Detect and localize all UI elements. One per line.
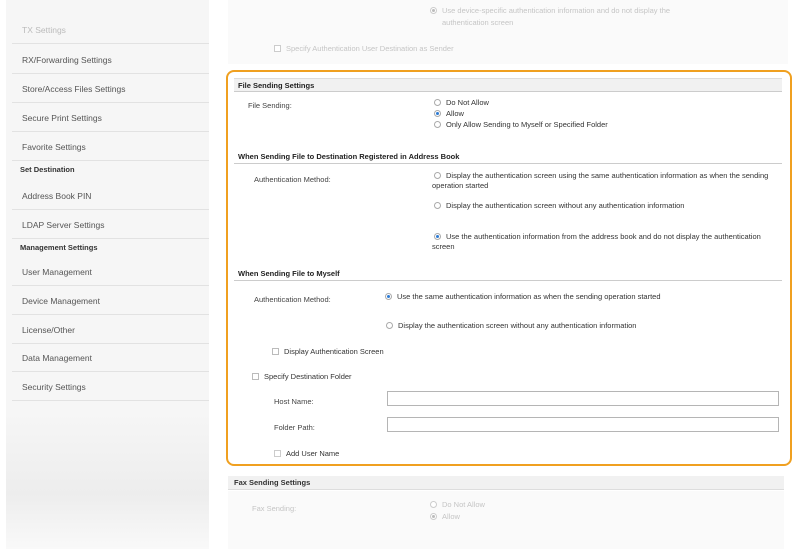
sidebar-item-ldap-server[interactable]: LDAP Server Settings xyxy=(12,211,209,239)
specify-folder-checkbox[interactable] xyxy=(252,373,259,380)
fax-sending-label: Fax Sending: xyxy=(252,504,297,513)
host-name-input[interactable] xyxy=(387,391,779,406)
sidebar-item-user-management[interactable]: User Management xyxy=(12,258,209,286)
radio-icon[interactable] xyxy=(385,293,392,300)
radio-icon[interactable] xyxy=(430,501,437,508)
specify-sender-option: Specify Authentication User Destination … xyxy=(274,44,454,53)
radio-icon[interactable] xyxy=(434,233,441,240)
radio-icon[interactable] xyxy=(434,110,441,117)
radio-icon[interactable] xyxy=(434,99,441,106)
sidebar-item-tx-settings[interactable]: TX Settings xyxy=(12,16,209,44)
sidebar-fade xyxy=(6,412,209,549)
sidebar-item-store-access-files[interactable]: Store/Access Files Settings xyxy=(12,75,209,103)
myself-auth-label: Authentication Method: xyxy=(254,295,331,304)
sidebar-item-rx-forwarding[interactable]: RX/Forwarding Settings xyxy=(12,46,209,74)
folder-path-input[interactable] xyxy=(387,417,779,432)
file-sending-option-only-myself[interactable]: Only Allow Sending to Myself or Specifie… xyxy=(434,120,608,129)
host-name-label: Host Name: xyxy=(274,397,314,406)
file-sending-option-allow[interactable]: Allow xyxy=(434,109,464,118)
radio-icon[interactable] xyxy=(386,322,393,329)
fax-option-do-not-allow[interactable]: Do Not Allow xyxy=(430,500,485,509)
fax-option-allow[interactable]: Allow xyxy=(430,512,460,521)
file-sending-label: File Sending: xyxy=(248,101,292,110)
add-user-name-checkbox[interactable] xyxy=(274,450,281,457)
faded-option-line2: authentication screen xyxy=(442,18,514,27)
add-user-name-option[interactable]: Add User Name xyxy=(274,449,339,458)
address-book-option-same-auth[interactable]: Display the authentication screen using … xyxy=(432,171,772,191)
file-sending-panel: File Sending Settings File Sending: Do N… xyxy=(226,70,792,466)
radio-icon[interactable] xyxy=(434,202,441,209)
radio-icon[interactable] xyxy=(434,172,441,179)
specify-folder-option[interactable]: Specify Destination Folder xyxy=(252,372,352,381)
top-faded-section: Use device-specific authentication infor… xyxy=(228,0,788,64)
file-sending-heading: File Sending Settings xyxy=(234,78,782,92)
file-sending-option-do-not-allow[interactable]: Do Not Allow xyxy=(434,98,489,107)
sidebar-item-device-management[interactable]: Device Management xyxy=(12,287,209,315)
display-auth-screen-checkbox[interactable] xyxy=(272,348,279,355)
myself-option-no-auth[interactable]: Display the authentication screen withou… xyxy=(386,321,636,330)
myself-option-same-auth[interactable]: Use the same authentication information … xyxy=(381,292,761,302)
sidebar-item-license-other[interactable]: License/Other xyxy=(12,316,209,344)
faded-radio xyxy=(430,7,437,14)
sidebar-heading-management: Management Settings xyxy=(20,243,98,252)
radio-icon[interactable] xyxy=(434,121,441,128)
faded-option-line1: Use device-specific authentication infor… xyxy=(430,6,670,15)
sidebar-item-favorite-settings[interactable]: Favorite Settings xyxy=(12,133,209,161)
address-book-option-no-auth[interactable]: Display the authentication screen withou… xyxy=(432,201,772,211)
fax-sending-heading: Fax Sending Settings xyxy=(228,476,784,490)
address-book-auth-label: Authentication Method: xyxy=(254,175,331,184)
address-book-option-use-book-auth[interactable]: Use the authentication information from … xyxy=(432,232,772,252)
display-auth-screen-option[interactable]: Display Authentication Screen xyxy=(272,347,384,356)
fax-sending-section: Fax Sending: Do Not Allow Allow xyxy=(228,491,784,549)
sidebar-item-address-book-pin[interactable]: Address Book PIN xyxy=(12,182,209,210)
sidebar-heading-set-destination: Set Destination xyxy=(20,165,75,174)
myself-heading: When Sending File to Myself xyxy=(234,267,782,281)
sidebar-item-security-settings[interactable]: Security Settings xyxy=(12,373,209,401)
sidebar-item-secure-print[interactable]: Secure Print Settings xyxy=(12,104,209,132)
address-book-heading: When Sending File to Destination Registe… xyxy=(234,150,782,164)
sidebar-item-data-management[interactable]: Data Management xyxy=(12,344,209,372)
radio-icon[interactable] xyxy=(430,513,437,520)
folder-path-label: Folder Path: xyxy=(274,423,315,432)
specify-sender-checkbox[interactable] xyxy=(274,45,281,52)
